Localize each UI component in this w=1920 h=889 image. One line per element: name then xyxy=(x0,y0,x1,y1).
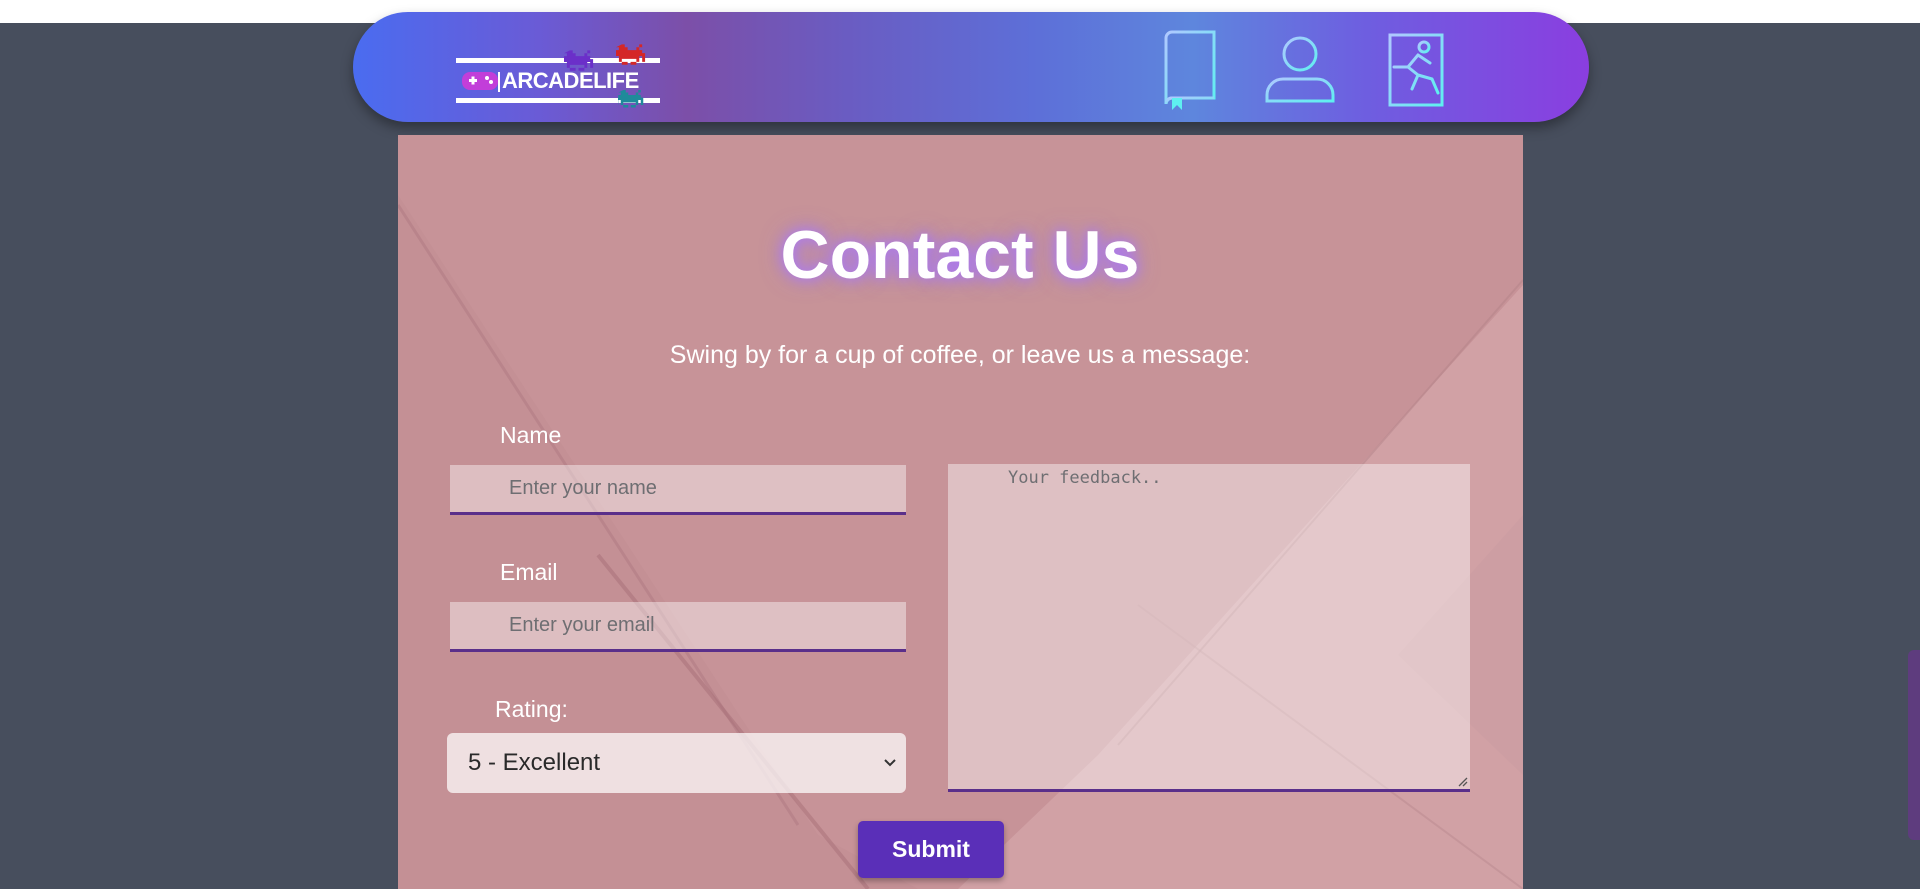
logo-divider xyxy=(498,72,500,92)
rating-select[interactable]: 5 - Excellent xyxy=(447,733,906,793)
nav-exit-link[interactable] xyxy=(1371,28,1451,112)
rating-selected-value: 5 - Excellent xyxy=(468,749,601,776)
book-icon xyxy=(1164,30,1216,110)
feedback-textarea[interactable]: Your feedback.. xyxy=(948,464,1470,792)
resize-grip-icon[interactable] xyxy=(1456,775,1468,787)
navbar: ARCADELIFE xyxy=(353,12,1589,122)
gamepad-icon xyxy=(462,72,498,90)
rating-label: Rating: xyxy=(495,696,568,722)
exit-icon xyxy=(1378,33,1444,107)
space-invader-teal-icon xyxy=(618,90,644,108)
page-title: Contact Us xyxy=(780,217,1140,293)
space-invader-red-icon xyxy=(616,44,646,65)
page-subtitle: Swing by for a cup of coffee, or leave u… xyxy=(669,341,1251,369)
name-input[interactable] xyxy=(450,465,906,515)
nav-user-link[interactable] xyxy=(1260,28,1340,112)
email-label: Email xyxy=(500,559,558,585)
user-icon xyxy=(1265,36,1335,103)
submit-button[interactable]: Submit xyxy=(858,821,1004,878)
email-input[interactable] xyxy=(450,602,906,652)
chevron-down-icon xyxy=(884,759,896,767)
nav-book-link[interactable] xyxy=(1150,28,1230,112)
feedback-placeholder: Your feedback.. xyxy=(1008,468,1162,488)
arcadelife-logo[interactable]: ARCADELIFE xyxy=(456,34,666,110)
scrollbar-thumb[interactable] xyxy=(1908,650,1920,840)
name-label: Name xyxy=(500,422,562,448)
space-invader-purple-icon xyxy=(564,50,594,71)
